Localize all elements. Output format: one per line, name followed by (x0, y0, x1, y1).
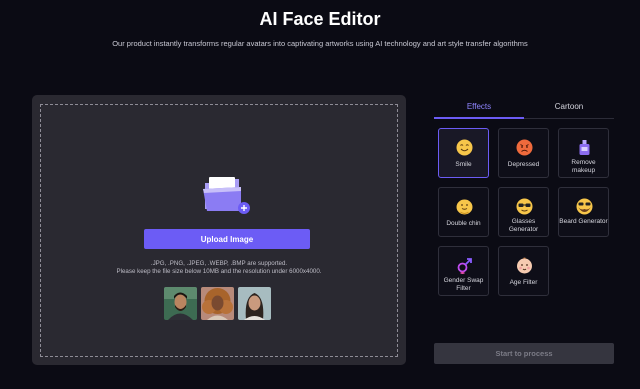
effect-label: Glasses Generator (508, 218, 539, 233)
effect-smile[interactable]: Smile (438, 128, 489, 178)
sample-image-woman-curly[interactable] (201, 287, 234, 320)
sample-image-woman[interactable] (238, 287, 271, 320)
effect-glasses-generator[interactable]: Glasses Generator (498, 187, 549, 237)
effect-label: Beard Generator (559, 218, 608, 225)
effect-beard-generator[interactable]: Beard Generator (558, 187, 609, 237)
effect-label: Gender Swap Filter (443, 277, 484, 292)
effect-double-chin[interactable]: Double chin (438, 187, 489, 237)
effect-tabs: Effects Cartoon (434, 96, 614, 119)
upload-image-button[interactable]: Upload Image (144, 229, 310, 249)
sample-image-man[interactable] (164, 287, 197, 320)
effect-label: Remove makeup (571, 159, 596, 174)
page-subtitle: Our product instantly transforms regular… (112, 39, 528, 48)
effect-label: Age Filter (509, 279, 538, 286)
upload-card[interactable]: Upload Image .JPG, .PNG, .JPEG, .WEBP, .… (32, 95, 406, 365)
smile-icon (456, 139, 473, 156)
active-tab-indicator (434, 117, 524, 119)
gender-swap-icon (457, 258, 472, 274)
effect-label: Depressed (507, 161, 540, 168)
tab-effects[interactable]: Effects (434, 96, 524, 118)
page: AI Face Editor Our product instantly tra… (0, 0, 640, 389)
start-to-process-button[interactable]: Start to process (434, 343, 614, 364)
beard-icon (576, 198, 593, 215)
size-hint: Please keep the file size below 10MB and… (116, 268, 322, 275)
baby-face-icon (517, 257, 532, 274)
depressed-icon (516, 139, 533, 156)
effect-label: Smile (455, 161, 472, 168)
formats-hint: .JPG, .PNG, .JPEG, .WEBP, .BMP are suppo… (150, 260, 288, 267)
effect-depressed[interactable]: Depressed (498, 128, 549, 178)
effect-remove-makeup[interactable]: Remove makeup (558, 128, 609, 178)
folder-icon (203, 177, 250, 214)
sample-images (164, 287, 271, 320)
double-chin-icon (456, 199, 473, 215)
makeup-bottle-icon (579, 140, 590, 155)
upload-dropzone[interactable]: Upload Image .JPG, .PNG, .JPEG, .WEBP, .… (40, 104, 398, 357)
glasses-icon (516, 198, 533, 215)
effect-gender-swap-filter[interactable]: Gender Swap Filter (438, 246, 489, 296)
tab-cartoon[interactable]: Cartoon (524, 96, 614, 118)
effect-label: Double chin (446, 220, 481, 227)
effect-age-filter[interactable]: Age Filter (498, 246, 549, 296)
page-title: AI Face Editor (259, 9, 381, 29)
